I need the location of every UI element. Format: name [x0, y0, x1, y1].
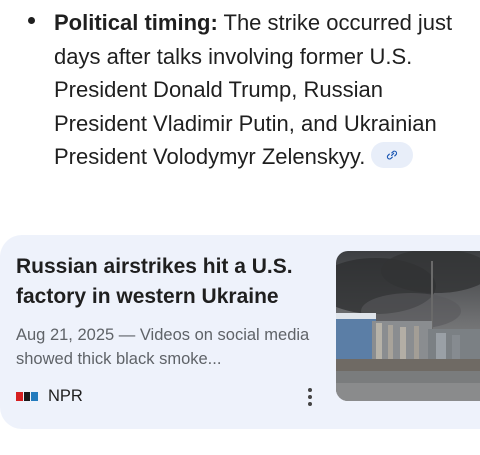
bullet-text: Political timing: The strike occurred ju…: [54, 6, 464, 174]
card-snippet: Aug 21, 2025 — Videos on social media sh…: [16, 326, 310, 368]
summary-bullet: Political timing: The strike occurred ju…: [0, 0, 480, 215]
card-title[interactable]: Russian airstrikes hit a U.S. factory in…: [16, 252, 324, 312]
link-icon: [387, 150, 398, 160]
bullet-dot: [28, 17, 35, 24]
source-link-chip[interactable]: [371, 142, 414, 168]
news-card[interactable]: Russian airstrikes hit a U.S. factory in…: [0, 235, 480, 429]
npr-logo: [16, 391, 39, 401]
bullet-label: Political timing:: [54, 10, 218, 35]
article-thumbnail[interactable]: [336, 251, 480, 401]
source-row: NPR: [16, 384, 83, 408]
more-vert-icon[interactable]: [302, 386, 318, 410]
source-name: NPR: [48, 386, 83, 405]
